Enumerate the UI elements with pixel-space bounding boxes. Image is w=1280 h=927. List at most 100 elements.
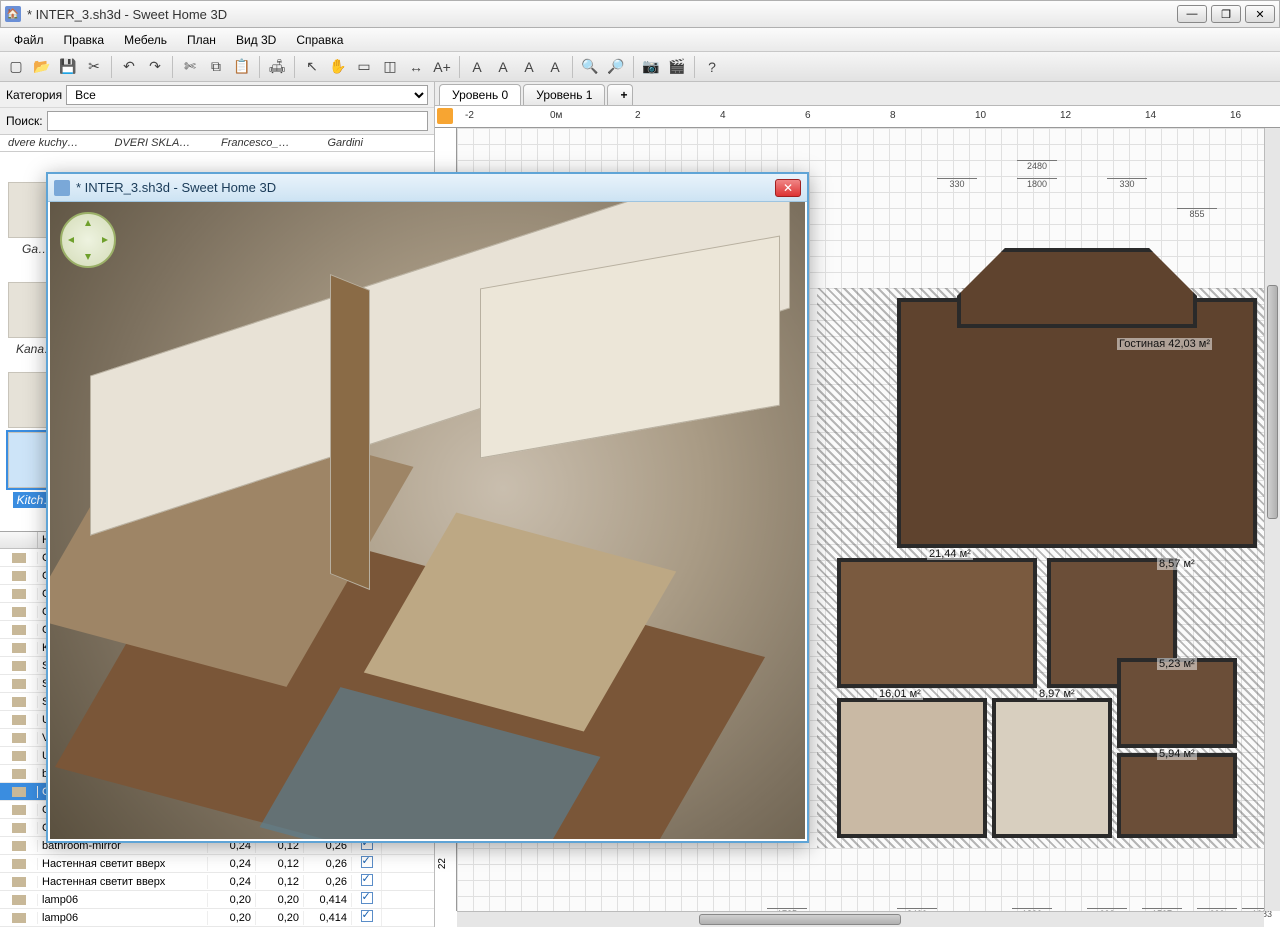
view3d-viewport[interactable] [50,202,805,839]
catalog-column[interactable]: DVERI SKLA… [111,137,218,149]
cell-name: lamp06 [38,893,208,907]
menu-справка[interactable]: Справка [288,30,351,50]
scrollbar-thumb[interactable] [1267,285,1278,520]
furniture-icon [12,553,26,563]
category-select[interactable]: Все [66,85,428,105]
ruler-tick: 2 [635,110,641,121]
level-tab[interactable]: Уровень 1 [523,84,605,105]
room-label: 21,44 м² [927,548,973,560]
create-rooms-icon[interactable]: ◫ [378,55,402,79]
create-walls-icon[interactable]: ▭ [352,55,376,79]
search-input[interactable] [47,111,428,131]
catalog-column[interactable]: dvere kuchy… [4,137,111,149]
furniture-icon [12,697,26,707]
menu-правка[interactable]: Правка [56,30,113,50]
furniture-icon [12,913,26,923]
ruler-tick: 14 [1145,110,1156,121]
view3d-close-button[interactable]: ✕ [775,179,801,197]
window-title: * INTER_3.sh3d - Sweet Home 3D [27,7,1177,22]
cell-name: lamp06 [38,911,208,925]
view3d-window[interactable]: * INTER_3.sh3d - Sweet Home 3D ✕ [46,172,809,843]
maximize-button[interactable]: ❐ [1211,5,1241,23]
text-smaller-icon[interactable]: A [543,55,567,79]
scrollbar-thumb[interactable] [699,914,901,925]
text-bold-icon[interactable]: A [465,55,489,79]
level-tabs: Уровень 0Уровень 1+ [435,82,1280,106]
catalog-column[interactable]: Gardini [324,137,431,149]
create-dimensions-icon[interactable]: ↔ [404,55,428,79]
room-label: Гостиная 42,03 м² [1117,338,1212,350]
redo-icon[interactable]: ↷ [143,55,167,79]
text-larger-icon[interactable]: A [517,55,541,79]
ruler-tick: -2 [465,110,474,121]
level-tab[interactable]: Уровень 0 [439,84,521,105]
navigation-compass-icon[interactable] [60,212,116,268]
zoom-out-icon[interactable]: 🔎 [604,55,628,79]
create-text-icon[interactable]: A+ [430,55,454,79]
visible-checkbox[interactable] [361,910,373,922]
dimension-label: 2480 [1017,160,1057,171]
ruler-tick: 12 [1060,110,1071,121]
visible-checkbox[interactable] [361,874,373,886]
close-button[interactable]: ✕ [1245,5,1275,23]
preferences-icon[interactable]: ✂ [82,55,106,79]
room-label: 5,23 м² [1157,658,1197,670]
category-label: Категория [6,88,62,102]
table-row[interactable]: Настенная светит вверх0,240,120,26 [0,873,434,891]
cut-icon[interactable]: ✄ [178,55,202,79]
catalog-column-headers: dvere kuchy…DVERI SKLA…Francesco_…Gardin… [0,134,434,152]
select-icon[interactable]: ↖ [300,55,324,79]
zoom-in-icon[interactable]: 🔍 [578,55,602,79]
minimize-button[interactable]: — [1177,5,1207,23]
copy-icon[interactable]: ⧉ [204,55,228,79]
scrollbar-vertical[interactable] [1264,128,1280,911]
menu-план[interactable]: План [179,30,224,50]
view3d-titlebar[interactable]: * INTER_3.sh3d - Sweet Home 3D ✕ [48,174,807,202]
furniture-icon [12,823,26,833]
visible-checkbox[interactable] [361,892,373,904]
text-italic-icon[interactable]: A [491,55,515,79]
furniture-icon [12,643,26,653]
lock-icon[interactable] [437,108,453,124]
ruler-horizontal: -20м246810121416 [435,106,1280,128]
add-level-button[interactable]: + [607,84,633,105]
furniture-icon [12,895,26,905]
dimension-label: 330 [937,178,977,189]
menu-мебель[interactable]: Мебель [116,30,175,50]
new-file-icon[interactable]: ▢ [4,55,28,79]
app-icon [54,180,70,196]
ruler-tick: 0м [550,110,562,121]
undo-icon[interactable]: ↶ [117,55,141,79]
toolbar: ▢📂💾✂↶↷✄⧉📋🛋↖✋▭◫↔A+AAAA🔍🔎📷🎬? [0,52,1280,82]
cell-name: Настенная светит вверх [38,857,208,871]
window-titlebar: 🏠 * INTER_3.sh3d - Sweet Home 3D — ❐ ✕ [0,0,1280,28]
furniture-icon [12,859,26,869]
room-label: 8,57 м² [1157,558,1197,570]
furniture-icon [12,589,26,599]
video-icon[interactable]: 🎬 [665,55,689,79]
add-furniture-icon[interactable]: 🛋 [265,55,289,79]
furniture-icon [12,607,26,617]
paste-icon[interactable]: 📋 [230,55,254,79]
ruler-tick: 4 [720,110,726,121]
menu-файл[interactable]: Файл [6,30,52,50]
menu-вид 3d[interactable]: Вид 3D [228,30,284,50]
ruler-tick: 6 [805,110,811,121]
ruler-tick: 10 [975,110,986,121]
furniture-icon [12,571,26,581]
help-icon[interactable]: ? [700,55,724,79]
scrollbar-horizontal[interactable] [457,911,1264,927]
table-row[interactable]: lamp060,200,200,414 [0,891,434,909]
catalog-column[interactable]: Francesco_… [217,137,324,149]
floorplan[interactable] [777,188,1280,868]
visible-checkbox[interactable] [361,856,373,868]
table-row[interactable]: lamp060,200,200,414 [0,909,434,927]
photo-icon[interactable]: 📷 [639,55,663,79]
view3d-title: * INTER_3.sh3d - Sweet Home 3D [76,180,775,195]
open-file-icon[interactable]: 📂 [30,55,54,79]
save-icon[interactable]: 💾 [56,55,80,79]
table-row[interactable]: Настенная светит вверх0,240,120,26 [0,855,434,873]
ruler-tick: 16 [1230,110,1241,121]
pan-icon[interactable]: ✋ [326,55,350,79]
menu-bar: ФайлПравкаМебельПланВид 3DСправка [0,28,1280,52]
